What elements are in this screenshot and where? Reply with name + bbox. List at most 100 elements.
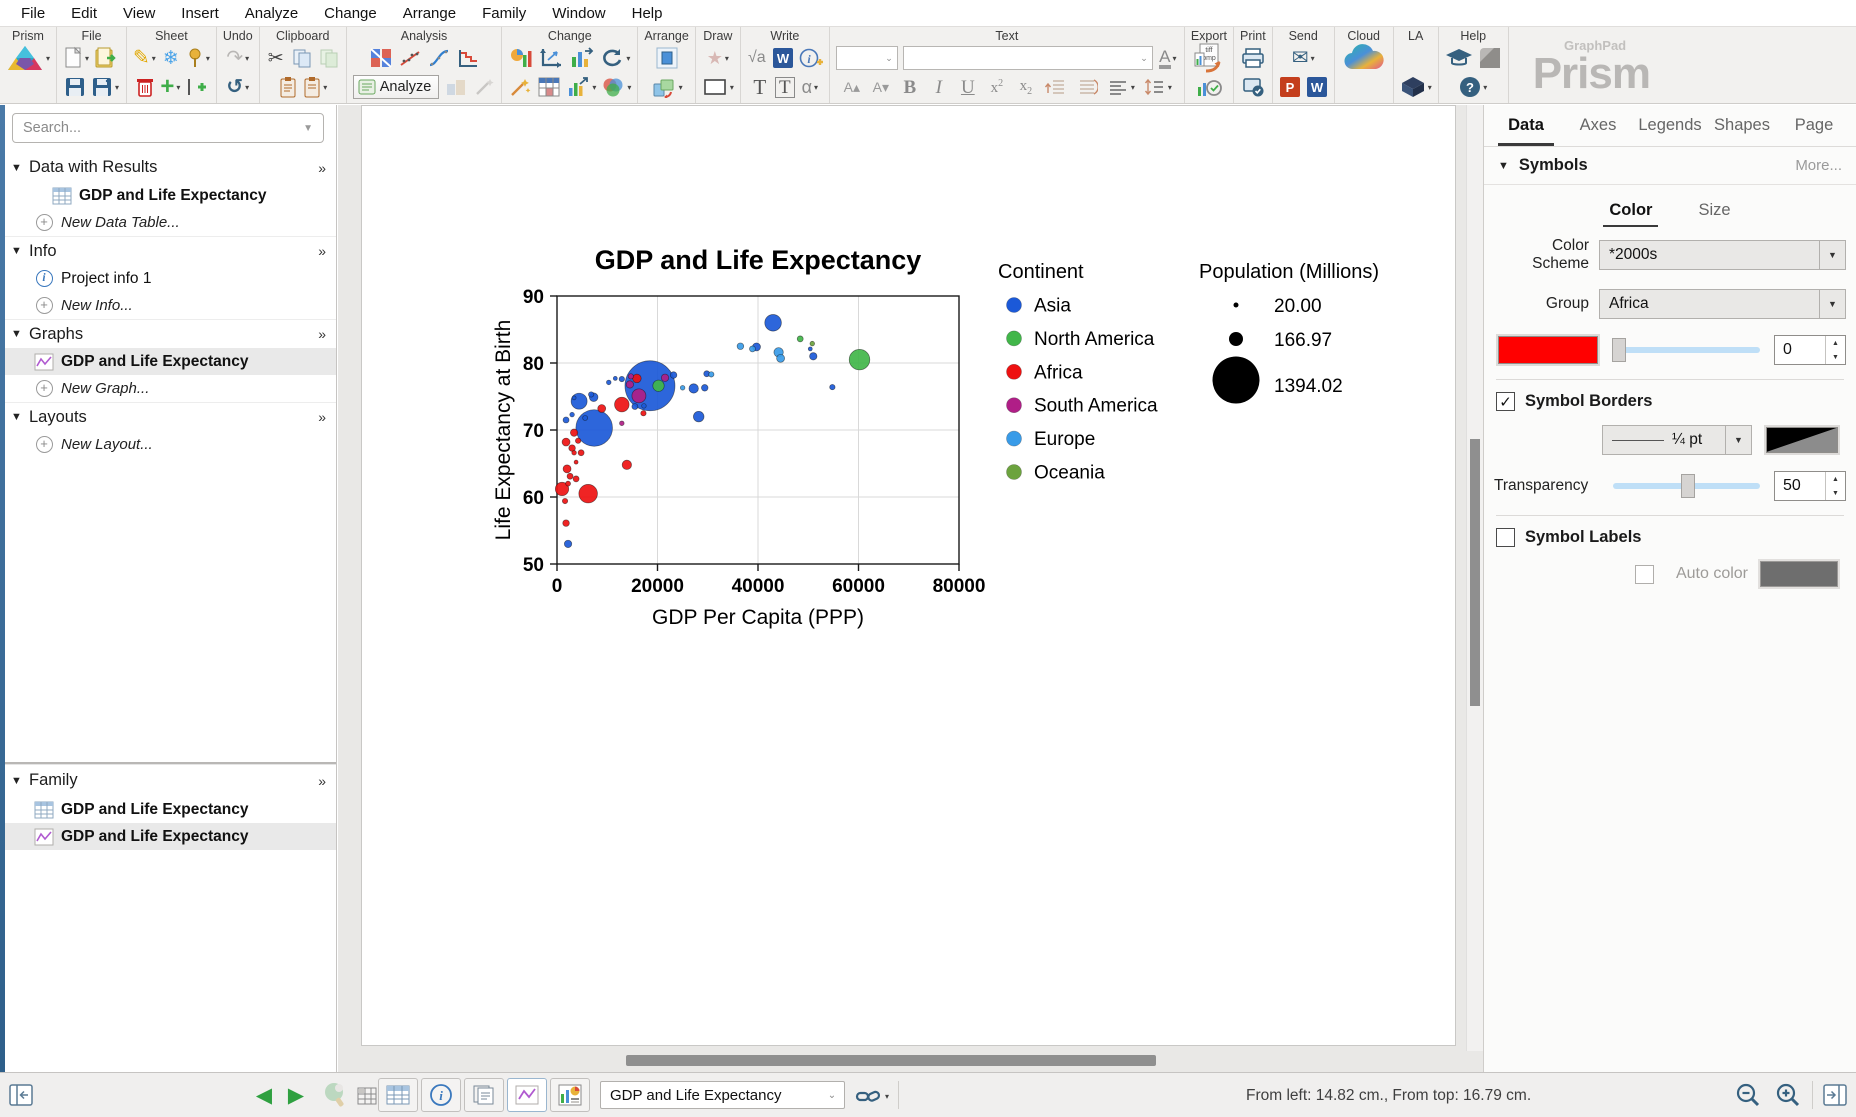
font-up-icon[interactable]: A▴	[842, 74, 862, 100]
format-tab-axes[interactable]: Axes	[1562, 105, 1634, 146]
symbols-subtab-size[interactable]: Size	[1692, 199, 1736, 227]
word-doc-icon[interactable]: W	[1306, 74, 1328, 100]
highlight-icon[interactable]: ✎▾	[133, 45, 156, 71]
sheet-selector-caret-icon[interactable]: ⌄	[820, 1090, 844, 1101]
insert-sheet-icon[interactable]	[185, 74, 207, 100]
symbol-labels-checkbox[interactable]	[1496, 528, 1515, 547]
export-web-icon[interactable]	[1196, 74, 1222, 100]
pin-icon[interactable]: ▾	[186, 45, 210, 71]
auto-color-checkbox[interactable]	[1635, 565, 1654, 584]
text-t-box-icon[interactable]: T	[775, 74, 795, 100]
question-icon[interactable]: ?▾	[1459, 74, 1487, 100]
sidebar-section-info[interactable]: ▼Info»	[5, 236, 336, 265]
search-input[interactable]	[23, 120, 303, 136]
new-sheet-icon[interactable]: +▾	[160, 74, 180, 100]
border-width-caret-icon[interactable]: ▼	[1725, 426, 1751, 454]
color-scheme-dropdown-caret-icon[interactable]: ▼	[1819, 241, 1845, 269]
nav-fwd-button[interactable]: ▶	[286, 1082, 306, 1108]
font-color-icon[interactable]: A▾	[1158, 45, 1178, 71]
menu-window[interactable]: Window	[539, 5, 618, 22]
open-file-icon[interactable]	[94, 45, 120, 71]
sidebar-item-gdp-and-life-expectancy[interactable]: GDP and Life Expectancy	[5, 823, 336, 850]
color-wheel-icon[interactable]: ▾	[601, 74, 631, 100]
vertical-scrollbar[interactable]	[1466, 105, 1483, 1051]
underline-icon[interactable]: U	[958, 74, 978, 100]
sidebar-item-new-graph[interactable]: +New Graph...	[5, 375, 336, 402]
menu-analyze[interactable]: Analyze	[232, 5, 311, 22]
label-color-swatch[interactable]	[1760, 561, 1838, 587]
magic-wand-icon[interactable]	[508, 74, 532, 100]
new-file-icon[interactable]: ▾	[63, 45, 89, 71]
sheet-selector-dropdown[interactable]: GDP and Life Expectancy⌄	[600, 1081, 845, 1109]
sheet-type-notes-button[interactable]	[464, 1078, 504, 1112]
menu-insert[interactable]: Insert	[168, 5, 232, 22]
nonlinear-icon[interactable]	[427, 45, 451, 71]
link-button[interactable]: ▾	[855, 1083, 889, 1109]
swap-axes-icon[interactable]	[538, 45, 564, 71]
search-chevron-icon[interactable]: ▼	[303, 123, 313, 134]
alpha-icon[interactable]: α▾	[800, 74, 820, 100]
sup-icon[interactable]: x2	[987, 74, 1007, 100]
transparency-slider[interactable]	[1613, 474, 1760, 498]
color-scheme-dropdown[interactable]: *2000s ▼	[1599, 240, 1846, 270]
sidebar-item-gdp-and-life-expectancy[interactable]: GDP and Life Expectancy	[5, 348, 336, 375]
paste-icon[interactable]	[278, 74, 298, 100]
group-color-swatch[interactable]	[1498, 336, 1598, 364]
redo-icon[interactable]: ↷▾	[226, 45, 249, 71]
cloud-icon[interactable]	[1341, 45, 1387, 71]
font-down-icon[interactable]: A▾	[871, 74, 891, 100]
star-ghost-icon[interactable]: ★▾	[707, 45, 729, 71]
export-tiff-icon[interactable]: tiffbmp	[1194, 45, 1224, 71]
save-as-icon[interactable]: ▾	[91, 74, 119, 100]
sidebar-section-graphs[interactable]: ▼Graphs»	[5, 319, 336, 348]
symbols-more-link[interactable]: More...	[1795, 157, 1842, 174]
text-t-icon[interactable]: T	[750, 74, 770, 100]
menu-help[interactable]: Help	[619, 5, 676, 22]
collapse-button[interactable]	[8, 1082, 34, 1108]
indent-ghost-icon[interactable]	[1045, 74, 1067, 100]
move-graph-icon[interactable]	[569, 45, 595, 71]
color-offset-spinner[interactable]: 0 ▲▼	[1774, 335, 1846, 365]
mini-grid-button[interactable]	[356, 1083, 378, 1109]
offset-down-arrow[interactable]: ▼	[1826, 350, 1845, 364]
sidebar-section-data-with-results[interactable]: ▼Data with Results»	[5, 153, 336, 182]
zoom-out-button[interactable]	[1735, 1082, 1761, 1108]
symbols-subtab-color[interactable]: Color	[1603, 199, 1658, 227]
cube-icon[interactable]: ▾	[1400, 74, 1432, 100]
rect-tool-icon[interactable]: ▾	[702, 74, 734, 100]
sheet-type-info-button[interactable]: i	[421, 1078, 461, 1112]
transparency-down-arrow[interactable]: ▼	[1826, 486, 1845, 500]
screenshot-icon[interactable]	[1478, 45, 1502, 71]
sidebar-item-gdp-and-life-expectancy[interactable]: GDP and Life Expectancy	[5, 182, 336, 209]
menu-edit[interactable]: Edit	[58, 5, 110, 22]
menu-family[interactable]: Family	[469, 5, 539, 22]
save-icon[interactable]	[64, 74, 86, 100]
chevron-down-icon[interactable]: ▼	[11, 162, 29, 174]
section-overflow-icon[interactable]: »	[318, 773, 326, 789]
horizontal-scrollbar[interactable]	[338, 1055, 1466, 1067]
format-tab-page[interactable]: Page	[1778, 105, 1850, 146]
prism-logo-icon[interactable]: ▾	[6, 45, 50, 71]
sidebar-section-layouts[interactable]: ▼Layouts»	[5, 402, 336, 431]
transparency-spinner[interactable]: 50 ▲▼	[1774, 471, 1846, 501]
align-box-icon[interactable]	[655, 45, 679, 71]
color-offset-slider[interactable]	[1612, 338, 1760, 362]
undo-icon[interactable]: ↺▾	[226, 74, 249, 100]
align-lines-icon[interactable]: ▾	[1107, 74, 1135, 100]
ruler-ghost-icon[interactable]	[1076, 74, 1098, 100]
powerpoint-icon[interactable]: P	[1279, 74, 1301, 100]
copy-icon[interactable]	[291, 45, 313, 71]
print-icon[interactable]	[1241, 45, 1265, 71]
font-family-select[interactable]: ⌄	[903, 46, 1153, 70]
sheet-type-table-button[interactable]	[378, 1078, 418, 1112]
freeze-icon[interactable]: ❄	[161, 45, 181, 71]
font-size-select[interactable]: ⌄	[836, 46, 898, 70]
info-add-icon[interactable]: i	[799, 45, 823, 71]
wand-ghost-icon[interactable]	[473, 74, 495, 100]
sidebar-item-project-info-1[interactable]: iProject info 1	[5, 265, 336, 292]
format-grid-icon[interactable]	[537, 74, 561, 100]
line-spacing-icon[interactable]: ▾	[1144, 74, 1172, 100]
menu-view[interactable]: View	[110, 5, 168, 22]
format-tab-shapes[interactable]: Shapes	[1706, 105, 1778, 146]
graph-page[interactable]: 0200004000060000800005060708090GDP and L…	[361, 105, 1456, 1046]
